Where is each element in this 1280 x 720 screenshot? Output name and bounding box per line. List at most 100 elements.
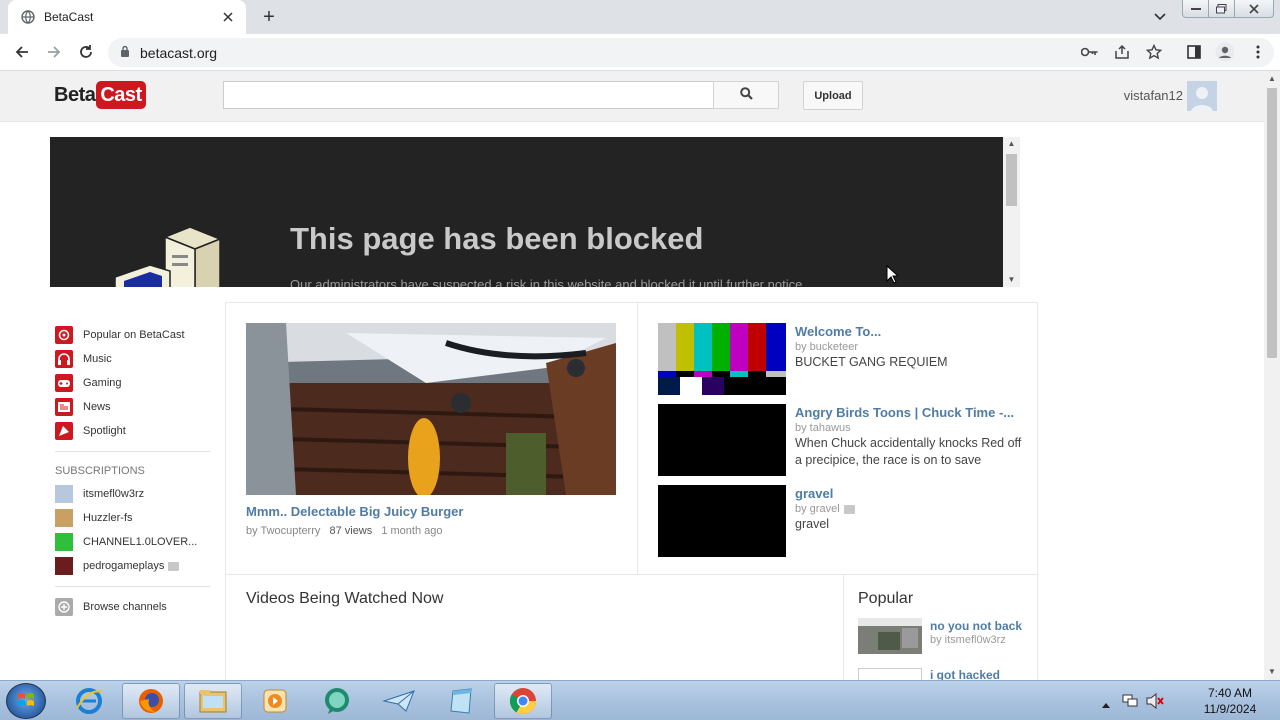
kebab-menu-icon[interactable] [1248, 42, 1268, 62]
subscription-label: CHANNEL1.0LOVER... [83, 536, 198, 548]
channel-avatar [55, 485, 73, 503]
headphones-icon [55, 350, 73, 368]
subscription-item[interactable]: pedrogameplays [55, 554, 210, 578]
subscription-label: Huzzler-fs [83, 512, 133, 524]
forward-arrow-icon[interactable] [44, 42, 64, 62]
search-button[interactable] [713, 81, 779, 109]
upload-button[interactable]: Upload [803, 81, 863, 110]
firefox-taskbar-icon[interactable] [122, 683, 180, 719]
profile-icon[interactable] [1215, 42, 1235, 62]
featured-video-age: 1 month ago [381, 525, 443, 537]
browse-channels-link[interactable]: Browse channels [55, 595, 210, 619]
video-thumbnail[interactable] [658, 404, 786, 476]
bookmark-star-icon[interactable] [1144, 42, 1164, 62]
popular-video-thumbnail[interactable] [858, 618, 922, 654]
mail-taskbar-icon[interactable] [370, 683, 428, 719]
featured-video-title[interactable]: Mmm.. Delectable Big Juicy Burger [246, 504, 463, 519]
popular-video-thumbnail[interactable] [858, 668, 922, 680]
video-author[interactable]: by gravel [795, 503, 855, 515]
user-avatar[interactable] [1187, 81, 1217, 111]
scroll-up-icon[interactable]: ▲ [1003, 137, 1020, 151]
share-icon[interactable] [1112, 42, 1132, 62]
popular-video-author[interactable]: by itsmefl0w3rz [930, 634, 1006, 646]
show-hidden-icons-icon[interactable] [1102, 697, 1110, 711]
video-description: BUCKET GANG REQUIEM [795, 355, 948, 369]
site-logo[interactable]: Beta Cast [54, 81, 146, 109]
subscription-item[interactable]: Huzzler-fs [55, 506, 210, 530]
guide-item-popular[interactable]: Popular on BetaCast [55, 323, 210, 347]
video-title[interactable]: Angry Birds Toons | Chuck Time -... [795, 405, 1030, 420]
video-thumbnail[interactable] [658, 485, 786, 557]
video-thumbnail[interactable] [658, 323, 786, 395]
banner-scrollbar[interactable]: ▲ ▼ [1003, 137, 1020, 287]
scroll-down-icon[interactable]: ▼ [1268, 668, 1276, 676]
guide-item-music[interactable]: Music [55, 347, 210, 371]
guide-item-gaming[interactable]: Gaming [55, 371, 210, 395]
start-button[interactable] [6, 683, 46, 719]
notepad-taskbar-icon[interactable] [432, 683, 490, 719]
url-text: betacast.org [140, 44, 218, 61]
side-video-item[interactable]: Angry Birds Toons | Chuck Time -... by t… [658, 404, 1028, 476]
guide-divider [55, 586, 210, 587]
side-video-item[interactable]: gravel by gravel gravel [658, 485, 1028, 557]
guide-item-news[interactable]: News [55, 395, 210, 419]
tab-search-chevron-icon[interactable] [1150, 8, 1170, 26]
side-video-item[interactable]: Welcome To... by bucketeer BUCKET GANG R… [658, 323, 1028, 395]
spotlight-icon [55, 422, 73, 440]
featured-video-author[interactable]: by Twocupterry [246, 525, 320, 537]
channel-avatar [55, 557, 73, 575]
internet-explorer-taskbar-icon[interactable] [60, 683, 118, 719]
feed-divider [637, 303, 638, 574]
lock-icon[interactable] [120, 45, 130, 60]
computer-icon [110, 226, 230, 287]
subscription-item[interactable]: CHANNEL1.0LOVER... [55, 530, 210, 554]
subscription-item[interactable]: itsmefl0w3rz [55, 482, 210, 506]
side-panel-icon[interactable] [1184, 42, 1204, 62]
chrome-taskbar-icon[interactable] [494, 683, 552, 719]
scroll-down-icon[interactable]: ▼ [1003, 273, 1020, 287]
minimize-button[interactable] [1182, 0, 1209, 18]
back-arrow-icon[interactable] [12, 42, 32, 62]
network-icon[interactable] [1122, 693, 1138, 712]
key-icon[interactable] [1080, 42, 1100, 62]
file-explorer-taskbar-icon[interactable] [184, 683, 242, 719]
feed-divider [843, 574, 844, 680]
popular-video-title[interactable]: i got hacked [930, 668, 1000, 680]
blocked-title: This page has been blocked [290, 221, 704, 256]
blocked-subtitle: Our administrators have suspected a risk… [290, 277, 806, 287]
video-title[interactable]: gravel [795, 486, 1030, 501]
watching-now-heading: Videos Being Watched Now [246, 590, 444, 607]
new-tab-button[interactable]: + [258, 6, 280, 28]
reload-icon[interactable] [76, 42, 96, 62]
maximize-button[interactable] [1208, 0, 1235, 18]
video-feed: Mmm.. Delectable Big Juicy Burger by Two… [225, 302, 1039, 680]
windows-logo-icon [16, 690, 36, 713]
page-scroll-thumb[interactable] [1267, 88, 1277, 358]
subscriptions-heading: SUBSCRIPTIONS [55, 465, 145, 477]
taskbar-clock[interactable]: 7:40 AM 11/9/2024 [1190, 685, 1270, 717]
popular-video-title[interactable]: no you not back [930, 619, 1022, 633]
browser-tab[interactable]: BetaCast [8, 0, 246, 34]
close-window-button[interactable] [1234, 0, 1274, 18]
username-link[interactable]: vistafan12 [1090, 88, 1183, 103]
video-title[interactable]: Welcome To... [795, 324, 1030, 339]
channel-avatar [55, 533, 73, 551]
subscription-label: pedrogameplays [83, 560, 165, 572]
mouse-cursor-icon [886, 264, 900, 287]
guide-item-spotlight[interactable]: Spotlight [55, 419, 210, 443]
page-scrollbar[interactable]: ▲ ▼ [1264, 71, 1280, 680]
featured-video-thumbnail[interactable] [246, 323, 616, 495]
volume-muted-icon[interactable] [1146, 692, 1164, 712]
chat-taskbar-icon[interactable] [308, 683, 366, 719]
search-input[interactable] [223, 81, 714, 109]
popular-icon [55, 326, 73, 344]
scroll-up-icon[interactable]: ▲ [1268, 75, 1276, 83]
video-author[interactable]: by bucketeer [795, 341, 858, 353]
globe-icon [20, 9, 36, 25]
browser-tab-strip: BetaCast + [0, 0, 1280, 34]
banner-scroll-thumb[interactable] [1006, 154, 1017, 206]
close-tab-icon[interactable] [220, 9, 236, 25]
video-description: When Chuck accidentally knocks Red off a… [795, 436, 1022, 467]
media-player-taskbar-icon[interactable] [246, 683, 304, 719]
video-author[interactable]: by tahawus [795, 422, 851, 434]
